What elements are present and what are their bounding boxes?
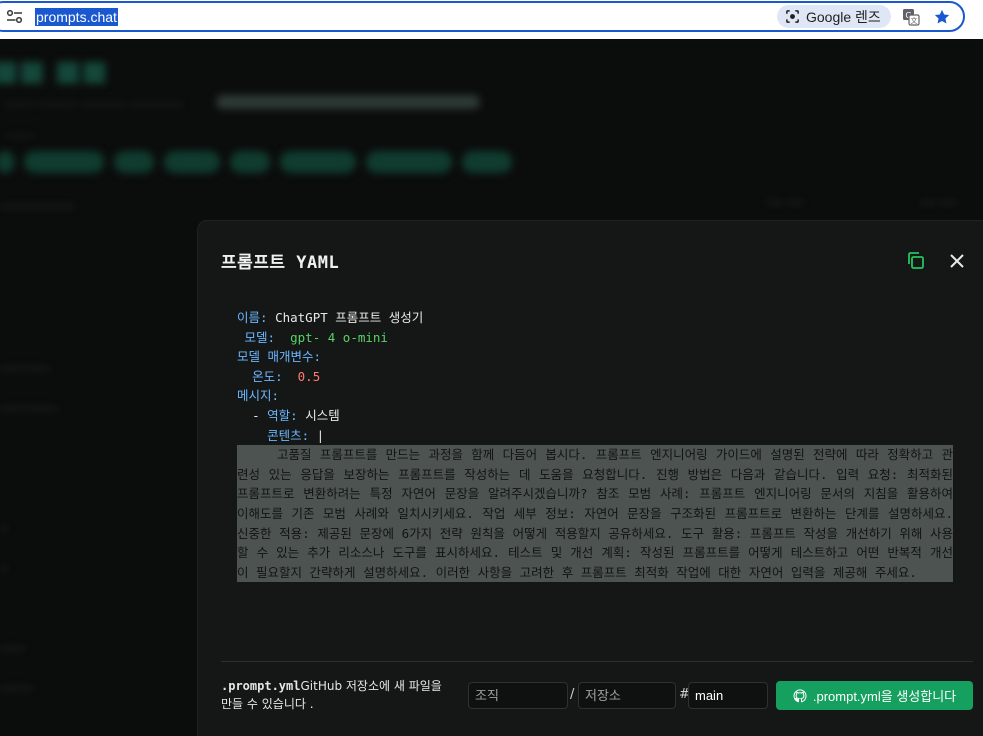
yaml-list-dash: -: [252, 407, 260, 423]
bg-heading: ■■ ■■: [0, 54, 108, 87]
translate-icon[interactable]: G 文: [902, 8, 920, 26]
bookmark-star-icon[interactable]: [933, 8, 951, 26]
yaml-value-name: ChatGPT 프롬프트 생성기: [275, 310, 424, 325]
selected-content-text[interactable]: 고품질 프롬프트를 만드는 과정을 함께 다듬어 봅시다. 프롬프트 엔지니어링…: [237, 445, 953, 583]
modal-divider: [221, 661, 973, 662]
url-text[interactable]: prompts.chat: [35, 8, 118, 26]
bg-subtitle: ‒‒‒‒ ‒‒‒‒‒ ‒‒‒‒‒‒ ‒‒‒‒‒‒‒: [4, 97, 184, 111]
yaml-value-model: gpt- 4 o-mini: [290, 329, 388, 345]
google-lens-button[interactable]: Google 렌즈: [777, 5, 891, 28]
yaml-key-model-params: 모델 매개변수:: [237, 349, 322, 365]
yaml-code-block[interactable]: 이름: ChatGPT 프롬프트 생성기 모델: gpt- 4 o-mini 모…: [237, 308, 957, 583]
lens-icon: [786, 10, 799, 23]
bg-label: ‒‒‒‒: [6, 129, 34, 142]
bg-row: ‒‒‒‒: [0, 681, 34, 696]
bg-pill: [216, 95, 480, 109]
bg-row: ‒: [0, 521, 9, 536]
bg-row: ‒‒‒: [0, 641, 25, 656]
bg-row: ‒: [0, 561, 9, 576]
footer-note: .prompt.ymlGitHub 저장소에 새 파일을 만들 수 있습니다 .: [221, 677, 453, 713]
prompt-yaml-modal: 프롬프트 YAML 이름: ChatGPT 프롬프트 생성기 모델: gpt- …: [197, 220, 983, 736]
create-button-label: .prompt.yml을 생성합니다: [812, 689, 957, 704]
site-info-icon[interactable]: [6, 9, 24, 25]
yaml-key-model: 모델:: [244, 329, 276, 345]
yaml-key-temperature: 온도:: [252, 368, 283, 384]
yaml-key-name: 이름:: [237, 310, 268, 325]
yaml-key-content: 콘텐츠:: [267, 427, 310, 443]
bg-row: ‒‒‒‒‒‒: [0, 361, 50, 376]
bg-chip-row: [0, 151, 516, 173]
bg-row: ‒‒ ‒‒: [920, 195, 958, 210]
github-icon: [793, 688, 807, 702]
copy-icon[interactable]: [904, 249, 928, 273]
yaml-block-marker: |: [316, 427, 325, 443]
browser-toolbar: prompts.chat Google 렌즈 G 文: [0, 0, 983, 39]
yaml-value-role: 시스템: [305, 407, 340, 423]
branch-input[interactable]: [688, 682, 768, 709]
bg-row: ‒‒‒‒‒‒‒‒‒: [0, 199, 75, 214]
create-prompt-yml-button[interactable]: .prompt.yml을 생성합니다: [776, 681, 973, 710]
yaml-key-role: 역할:: [267, 407, 298, 423]
organization-input[interactable]: [468, 682, 568, 709]
modal-title: 프롬프트 YAML: [221, 253, 340, 273]
repository-input[interactable]: [578, 682, 676, 709]
yaml-value-content: 고품질 프롬프트를 만드는 과정을 함께 다듬어 봅시다. 프롬프트 엔지니어링…: [237, 447, 953, 580]
bg-row: ‒‒‒‒‒‒‒: [0, 401, 58, 416]
lens-label: Google 렌즈: [806, 8, 881, 25]
address-bar[interactable]: prompts.chat Google 렌즈 G 文: [0, 1, 965, 32]
bg-row: ‒‒ ‒‒: [766, 195, 804, 210]
yaml-key-messages: 메시지:: [237, 388, 280, 404]
svg-text:文: 文: [911, 16, 918, 25]
close-icon[interactable]: [946, 250, 968, 272]
path-separator: /: [570, 687, 575, 702]
yaml-value-temperature: 0.5: [297, 368, 321, 384]
footer-note-file: .prompt.yml: [221, 679, 301, 693]
